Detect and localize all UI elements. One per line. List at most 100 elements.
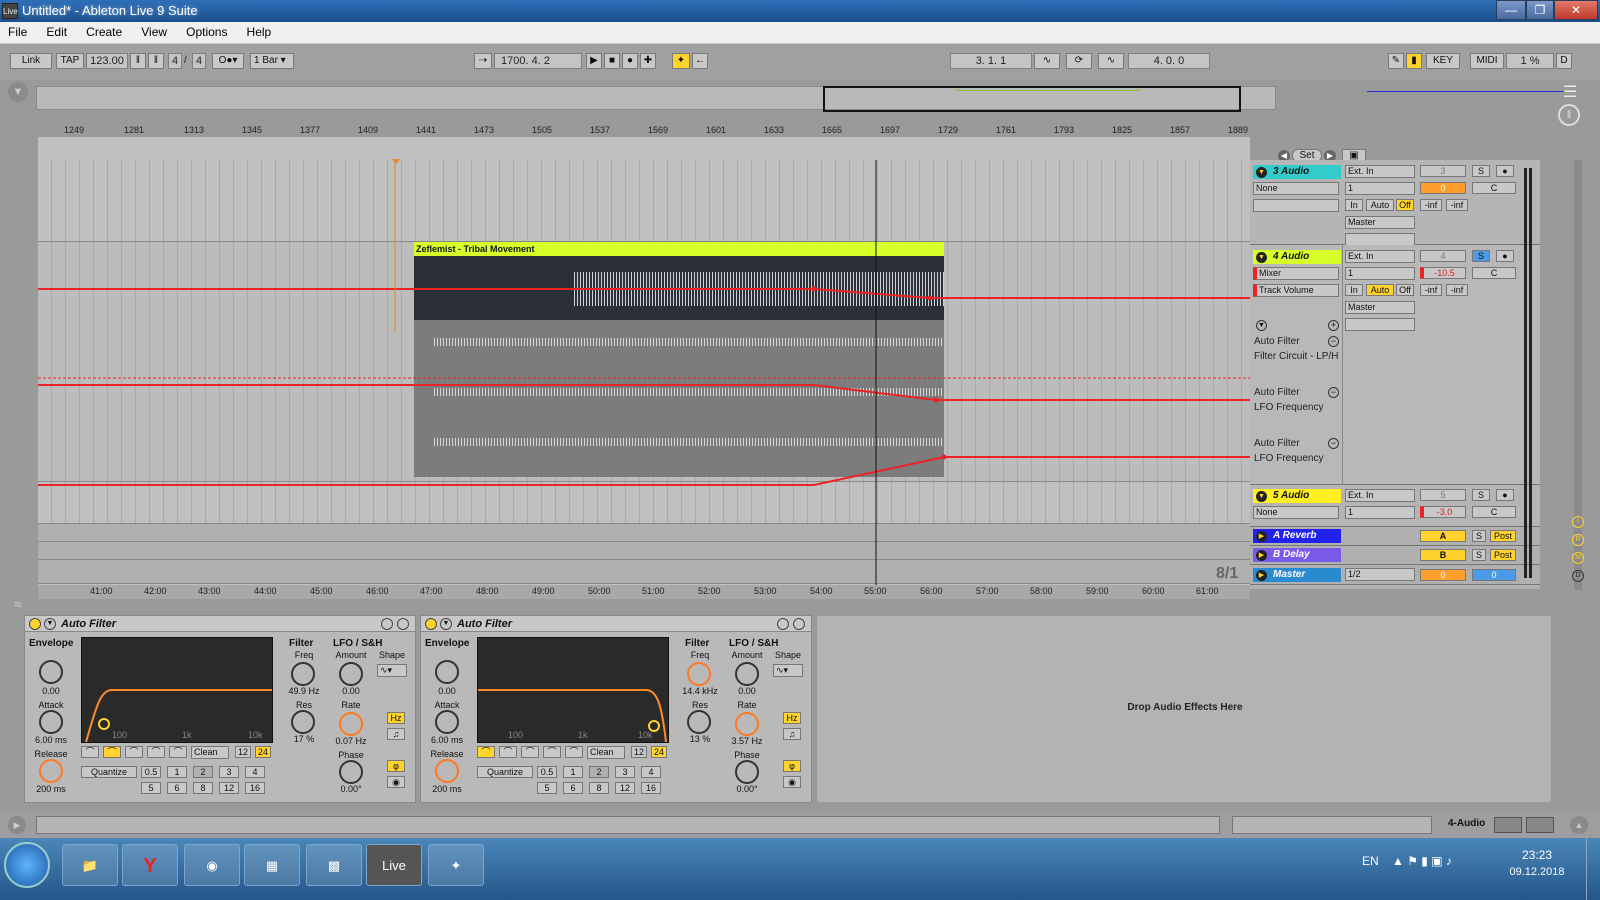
pan-field[interactable]: C — [1472, 182, 1516, 194]
control-panel-taskbar-icon[interactable]: ▩ — [306, 844, 362, 886]
files-taskbar-icon[interactable]: ▦ — [244, 844, 300, 886]
overview-toggle-icon[interactable]: ▼ — [8, 82, 28, 102]
menu-edit[interactable]: Edit — [38, 22, 75, 39]
quantize-value-button[interactable]: 5 — [537, 782, 557, 794]
clip-view-toggle[interactable] — [1526, 817, 1554, 833]
device-fold-icon[interactable]: ▼ — [440, 618, 452, 630]
quantize-value-button[interactable]: 12 — [615, 782, 635, 794]
monitor-off-button[interactable]: Off — [1396, 199, 1414, 211]
rate-hz-button[interactable]: Hz — [387, 712, 405, 724]
arm-button[interactable]: ● — [1496, 250, 1514, 262]
return-letter[interactable]: A — [1420, 530, 1466, 542]
quantize-value-button[interactable]: 4 — [245, 766, 265, 778]
spin-mode-button[interactable]: ◉ — [783, 776, 801, 788]
filter-morph-button[interactable]: ⌒ — [565, 746, 583, 758]
delay-toggle-icon[interactable]: D — [1572, 570, 1584, 582]
nudge-up-button[interactable]: ‖ — [148, 53, 164, 69]
quantize-value-button[interactable]: 2 — [589, 766, 609, 778]
output-select[interactable]: Master — [1345, 216, 1415, 229]
device-title[interactable]: Auto Filter — [25, 616, 415, 632]
computer-midi-keyboard-button[interactable]: ▮ — [1406, 53, 1422, 69]
input-channel-select[interactable]: 1 — [1345, 506, 1415, 519]
device-fold-icon[interactable]: ▼ — [44, 618, 56, 630]
live-taskbar-item[interactable]: Live — [366, 844, 422, 886]
quantize-value-button[interactable]: 3 — [219, 766, 239, 778]
phase-mode-button[interactable]: φ — [783, 760, 801, 772]
signature-numerator[interactable]: 4 — [168, 53, 182, 69]
res-knob[interactable] — [687, 710, 711, 734]
hot-swap-icon[interactable] — [777, 618, 789, 630]
phase-knob[interactable] — [339, 760, 363, 784]
minimize-button[interactable]: — — [1496, 0, 1526, 20]
overview-view-frame[interactable] — [823, 86, 1241, 112]
show-browser-icon[interactable]: ▶ — [8, 816, 26, 834]
res-knob[interactable] — [291, 710, 315, 734]
loop-start-field[interactable]: 3. 1. 1 — [950, 53, 1032, 69]
rate-sync-button[interactable]: ♫ — [387, 728, 405, 740]
clock-date[interactable]: 09.12.2018 — [1502, 866, 1572, 878]
fold-icon[interactable]: ▶ — [1256, 570, 1267, 581]
amount-knob[interactable] — [735, 662, 759, 686]
envelope-knob[interactable] — [435, 660, 459, 684]
show-detail-icon[interactable]: ▲ — [1570, 816, 1588, 834]
monitor-auto-button[interactable]: Auto — [1366, 199, 1394, 211]
add-lane-icon[interactable]: + — [1328, 320, 1339, 331]
quantize-value-button[interactable]: 2 — [193, 766, 213, 778]
fold-icon[interactable]: ▼ — [1256, 167, 1267, 178]
remove-lane-icon[interactable]: − — [1328, 336, 1339, 347]
monitor-auto-button[interactable]: Auto — [1366, 284, 1394, 296]
app-taskbar-icon[interactable]: ✦ — [428, 844, 484, 886]
arm-button[interactable]: ● — [1496, 489, 1514, 501]
spin-mode-button[interactable]: ◉ — [387, 776, 405, 788]
lanes-toggle-icon[interactable]: ▼ — [1256, 320, 1267, 331]
master-volume-field[interactable]: 0 — [1420, 569, 1466, 581]
volume-field[interactable]: -3.0 — [1420, 506, 1466, 518]
signature-denominator[interactable]: 4 — [192, 53, 206, 69]
solo-button[interactable]: S — [1472, 549, 1486, 561]
quantize-select[interactable]: 1 Bar ▾ — [250, 53, 294, 69]
slope-24-button[interactable]: 24 — [651, 746, 667, 758]
quantize-value-button[interactable]: 0.5 — [141, 766, 161, 778]
device-on-icon[interactable] — [29, 618, 41, 630]
freq-knob[interactable] — [687, 662, 711, 686]
device-title[interactable]: Auto Filter — [421, 616, 811, 632]
menu-create[interactable]: Create — [78, 22, 130, 39]
circuit-select[interactable]: Clean — [587, 746, 625, 759]
automation-arm-button[interactable]: ✦ — [672, 53, 690, 69]
quantize-value-button[interactable]: 6 — [563, 782, 583, 794]
pan-field[interactable]: C — [1472, 506, 1516, 518]
post-button[interactable]: Post — [1490, 549, 1516, 561]
save-preset-icon[interactable] — [793, 618, 805, 630]
attack-knob[interactable] — [435, 710, 459, 734]
fold-icon[interactable]: ▶ — [1256, 531, 1267, 542]
quantize-value-button[interactable]: 1 — [563, 766, 583, 778]
input-type-select[interactable]: None — [1253, 182, 1339, 195]
yandex-browser-taskbar-icon[interactable]: Y — [122, 844, 178, 886]
loop-button[interactable]: ⟳ — [1066, 53, 1092, 69]
save-preset-icon[interactable] — [397, 618, 409, 630]
filter-notch-button[interactable]: ⌒ — [543, 746, 561, 758]
shape-select[interactable]: ∿▾ — [773, 664, 803, 677]
punch-out-button[interactable]: ∿ — [1098, 53, 1124, 69]
stop-button[interactable]: ■ — [604, 53, 620, 69]
audio-from-select[interactable]: Ext. In — [1345, 250, 1415, 263]
filter-lp-button[interactable]: ⌒ — [81, 746, 99, 758]
solo-button[interactable]: S — [1472, 250, 1490, 262]
amount-knob[interactable] — [339, 662, 363, 686]
returns-toggle-icon[interactable]: R — [1572, 534, 1584, 546]
output-select[interactable]: Master — [1345, 301, 1415, 314]
bar-ruler[interactable]: 1249 1281 1313 1345 1377 1409 1441 1473 … — [38, 125, 1250, 137]
filter-bp-button[interactable]: ⌒ — [521, 746, 539, 758]
show-desktop-button[interactable] — [1586, 838, 1600, 900]
tap-button[interactable]: TAP — [56, 53, 84, 69]
input-type-select[interactable]: None — [1253, 506, 1339, 519]
quantize-value-button[interactable]: 16 — [641, 782, 661, 794]
follow-button[interactable]: ⇢ — [474, 53, 492, 69]
filter-bp-button[interactable]: ⌒ — [125, 746, 143, 758]
slope-12-button[interactable]: 12 — [235, 746, 251, 758]
menu-lines-icon[interactable]: ☰ — [1556, 82, 1584, 102]
solo-button[interactable]: S — [1472, 165, 1490, 177]
automation-parameter-select[interactable]: Track Volume — [1253, 284, 1339, 297]
filter-lp-button[interactable]: ⌒ — [477, 746, 495, 758]
draw-mode-button[interactable]: ✎ — [1388, 53, 1404, 69]
